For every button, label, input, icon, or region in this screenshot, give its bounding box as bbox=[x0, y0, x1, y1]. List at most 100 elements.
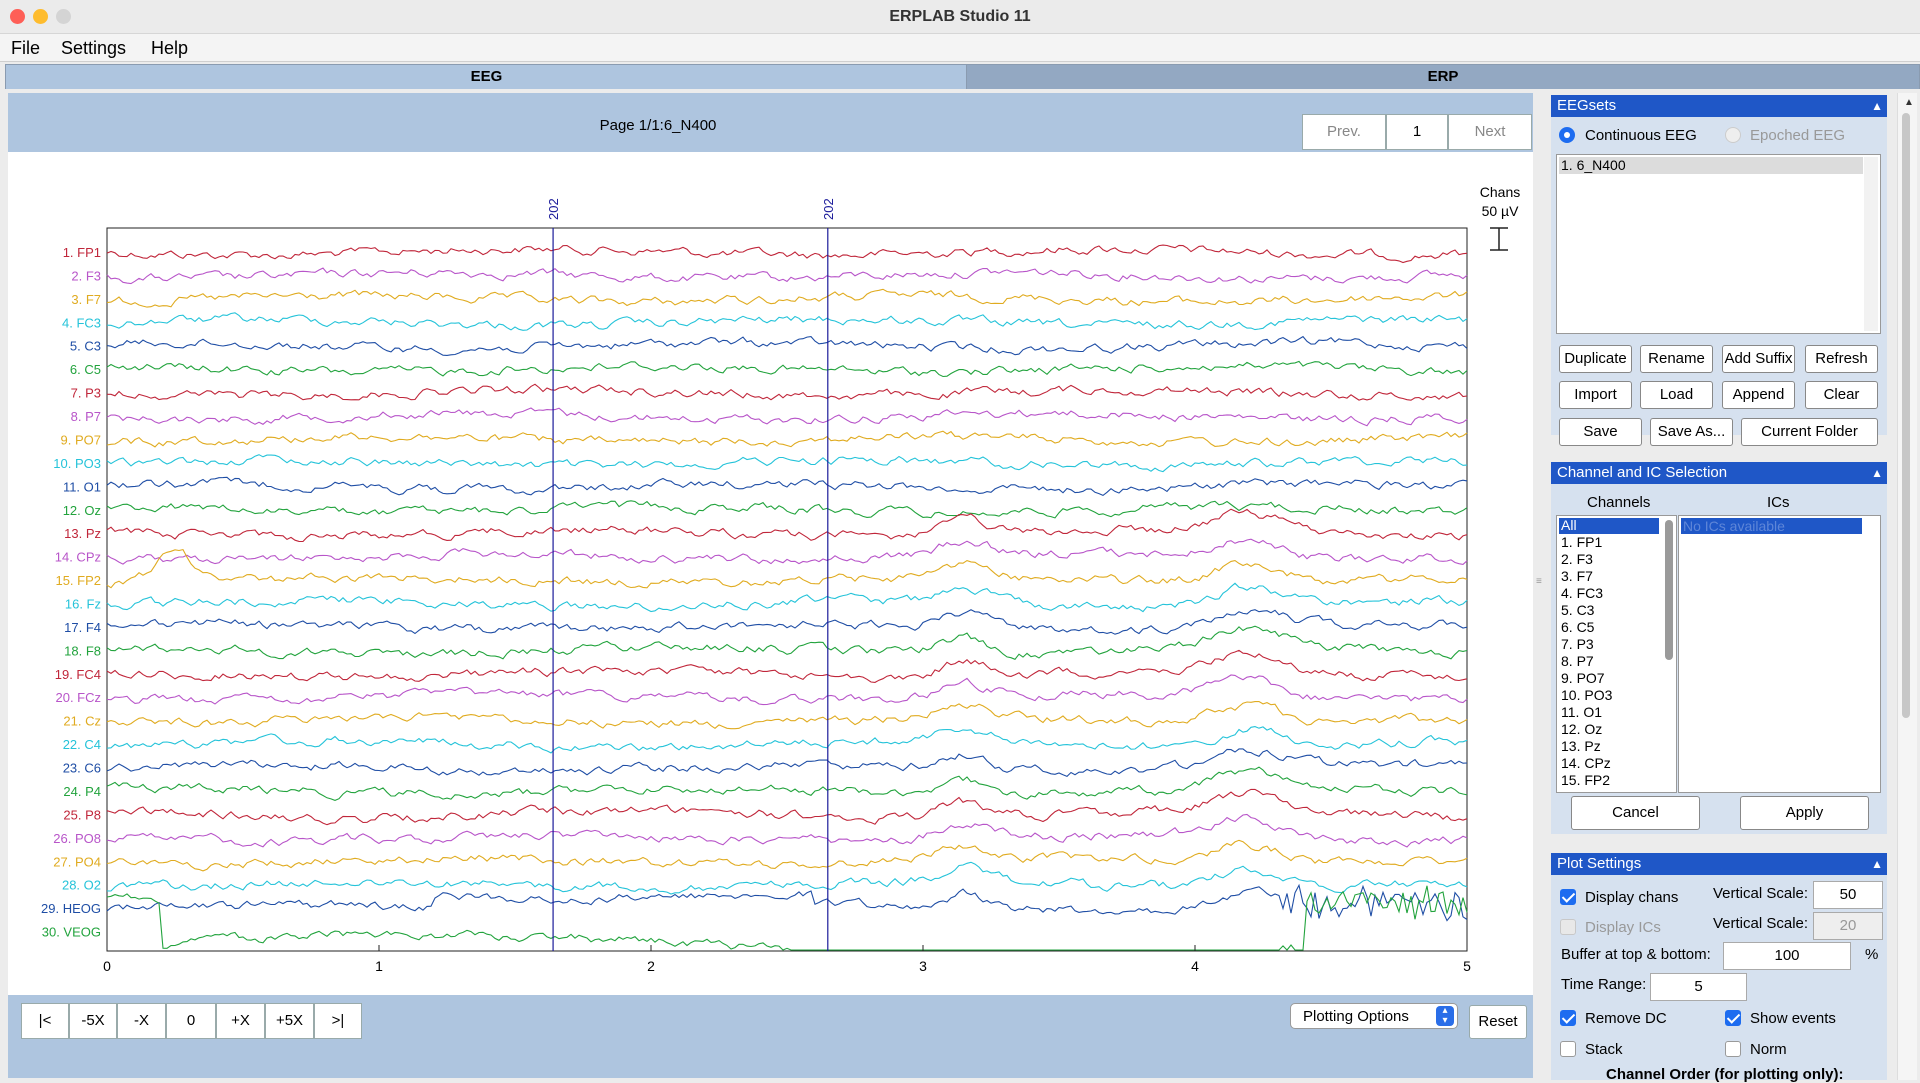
buffer-field[interactable]: 100 bbox=[1723, 942, 1851, 970]
channel-label: 22. C4 bbox=[63, 737, 101, 752]
show-events-checkbox[interactable] bbox=[1725, 1010, 1741, 1026]
channel-label: 9. PO7 bbox=[61, 432, 101, 447]
append-button[interactable]: Append bbox=[1722, 381, 1795, 409]
plot-settings-header[interactable]: Plot Settings ▲ bbox=[1551, 853, 1887, 875]
jump-start-button[interactable]: |< bbox=[21, 1003, 69, 1039]
save-as-button[interactable]: Save As... bbox=[1650, 418, 1733, 446]
panel-scrollbar[interactable]: ▲ bbox=[1897, 93, 1917, 1080]
list-item-selected[interactable]: 1. 6_N400 bbox=[1559, 157, 1863, 174]
display-ics-label: Display ICs bbox=[1585, 919, 1661, 936]
channel-label: 11. O1 bbox=[63, 479, 101, 494]
plotting-options-select[interactable]: Plotting Options ▴ ▾ bbox=[1290, 1003, 1458, 1029]
channel-label: 24. P4 bbox=[63, 784, 101, 799]
buffer-label: Buffer at top & bottom: bbox=[1561, 946, 1711, 963]
channel-list-item[interactable]: 5. C3 bbox=[1561, 602, 1594, 618]
channel-label: 29. HEOG bbox=[41, 901, 101, 916]
time-range-field[interactable]: 5 bbox=[1650, 973, 1747, 1001]
apply-button[interactable]: Apply bbox=[1740, 796, 1869, 830]
chevron-updown-icon: ▴ ▾ bbox=[1436, 1006, 1454, 1026]
time-range-label: Time Range: bbox=[1561, 976, 1647, 993]
channel-list-item[interactable]: 13. Pz bbox=[1561, 738, 1601, 754]
collapse-icon[interactable]: ▲ bbox=[1871, 853, 1883, 875]
time-position-field[interactable]: 0 bbox=[166, 1003, 216, 1039]
vertical-scale-ics-label: Vertical Scale: bbox=[1713, 915, 1809, 932]
x-tick-label: 4 bbox=[1191, 958, 1199, 974]
remove-dc-checkbox[interactable] bbox=[1560, 1010, 1576, 1026]
channel-ic-title: Channel and IC Selection bbox=[1557, 464, 1728, 481]
channel-label: 6. C5 bbox=[70, 362, 101, 377]
display-chans-label: Display chans bbox=[1585, 889, 1679, 906]
channel-label: 14. CPz bbox=[55, 550, 101, 565]
forward-5x-button[interactable]: +5X bbox=[265, 1003, 314, 1039]
channel-list-item[interactable]: 8. P7 bbox=[1561, 653, 1594, 669]
channel-list-item[interactable]: 1. FP1 bbox=[1561, 534, 1602, 550]
ic-list[interactable]: No ICs available bbox=[1678, 515, 1881, 793]
rename-button[interactable]: Rename bbox=[1640, 345, 1713, 373]
scroll-up-icon[interactable]: ▲ bbox=[1904, 97, 1914, 108]
vertical-scale-chans-field[interactable]: 50 bbox=[1813, 881, 1883, 909]
event-marker-label: 202 bbox=[821, 198, 836, 220]
channel-list-item[interactable]: 11. O1 bbox=[1561, 704, 1602, 720]
channel-list-item[interactable]: 6. C5 bbox=[1561, 619, 1594, 635]
collapse-icon[interactable]: ▲ bbox=[1871, 95, 1883, 117]
channel-label: 2. F3 bbox=[71, 268, 101, 283]
channel-list-item[interactable]: 15. FP2 bbox=[1561, 772, 1610, 788]
channel-list-item[interactable]: 7. P3 bbox=[1561, 636, 1594, 652]
show-events-label: Show events bbox=[1750, 1010, 1836, 1027]
channel-label: 3. F7 bbox=[71, 292, 101, 307]
plot-settings-title: Plot Settings bbox=[1557, 855, 1642, 872]
channel-list[interactable]: All 1. FP1 2. F3 3. F7 4. FC3 5. C3 6. C5 7. P3… bbox=[1556, 515, 1677, 793]
scrollbar-thumb[interactable] bbox=[1902, 113, 1910, 718]
continuous-radio[interactable] bbox=[1559, 127, 1575, 143]
list-item-selected[interactable]: No ICs available bbox=[1681, 518, 1862, 534]
norm-checkbox[interactable] bbox=[1725, 1041, 1741, 1057]
channel-label: 15. FP2 bbox=[55, 573, 101, 588]
stack-checkbox[interactable] bbox=[1560, 1041, 1576, 1057]
scale-label-uv: 50 µV bbox=[1481, 203, 1519, 219]
channel-list-item[interactable]: 3. F7 bbox=[1561, 568, 1593, 584]
channel-list-item[interactable]: 12. Oz bbox=[1561, 721, 1602, 737]
epoched-label: Epoched EEG bbox=[1750, 127, 1846, 144]
save-button[interactable]: Save bbox=[1559, 418, 1642, 446]
load-button[interactable]: Load bbox=[1640, 381, 1713, 409]
add-suffix-button[interactable]: Add Suffix bbox=[1722, 345, 1795, 373]
x-tick-label: 1 bbox=[375, 958, 383, 974]
ic-item: No ICs available bbox=[1683, 518, 1785, 534]
clear-button[interactable]: Clear bbox=[1805, 381, 1878, 409]
channel-list-item[interactable]: 9. PO7 bbox=[1561, 670, 1605, 686]
channel-ic-header[interactable]: Channel and IC Selection ▲ bbox=[1551, 462, 1887, 484]
channel-list-item[interactable]: 4. FC3 bbox=[1561, 585, 1603, 601]
channel-list-item[interactable]: 10. PO3 bbox=[1561, 687, 1612, 703]
channel-label: 26. PO8 bbox=[53, 831, 101, 846]
scrollbar-thumb[interactable] bbox=[1665, 520, 1673, 660]
channel-label: 20. FCz bbox=[55, 690, 101, 705]
vertical-scale-ics-field[interactable]: 20 bbox=[1813, 912, 1883, 940]
channel-label: 19. FC4 bbox=[55, 667, 101, 682]
eegsets-header[interactable]: EEGsets ▲ bbox=[1551, 95, 1887, 117]
current-folder-button[interactable]: Current Folder bbox=[1741, 418, 1878, 446]
scrollbar[interactable] bbox=[1864, 157, 1878, 331]
channel-order-label: Channel Order (for plotting only): bbox=[1606, 1066, 1844, 1083]
eeg-plot[interactable]: 1. FP1 2. F3 3. F7 4. FC3 5. C3 6. C5 7. P3 8. … bbox=[0, 0, 1540, 1000]
duplicate-button[interactable]: Duplicate bbox=[1559, 345, 1632, 373]
display-chans-checkbox[interactable] bbox=[1560, 889, 1576, 905]
display-ics-checkbox[interactable] bbox=[1560, 919, 1576, 935]
forward-x-button[interactable]: +X bbox=[216, 1003, 265, 1039]
reset-button[interactable]: Reset bbox=[1469, 1005, 1527, 1039]
jump-end-button[interactable]: >| bbox=[314, 1003, 362, 1039]
eegset-list[interactable]: 1. 6_N400 bbox=[1556, 154, 1881, 334]
cancel-button[interactable]: Cancel bbox=[1571, 796, 1700, 830]
back-5x-button[interactable]: -5X bbox=[69, 1003, 117, 1039]
channel-list-item[interactable]: All bbox=[1561, 517, 1577, 533]
channel-label: 8. P7 bbox=[71, 409, 101, 424]
plot-axes-box bbox=[106, 227, 1468, 952]
channel-list-item[interactable]: 2. F3 bbox=[1561, 551, 1593, 567]
refresh-button[interactable]: Refresh bbox=[1805, 345, 1878, 373]
back-x-button[interactable]: -X bbox=[117, 1003, 166, 1039]
channel-list-item[interactable]: 14. CPz bbox=[1561, 755, 1611, 771]
collapse-icon[interactable]: ▲ bbox=[1871, 462, 1883, 484]
import-button[interactable]: Import bbox=[1559, 381, 1632, 409]
epoched-radio[interactable] bbox=[1725, 127, 1741, 143]
channel-label: 17. F4 bbox=[64, 620, 101, 635]
x-tick-label: 3 bbox=[919, 958, 927, 974]
